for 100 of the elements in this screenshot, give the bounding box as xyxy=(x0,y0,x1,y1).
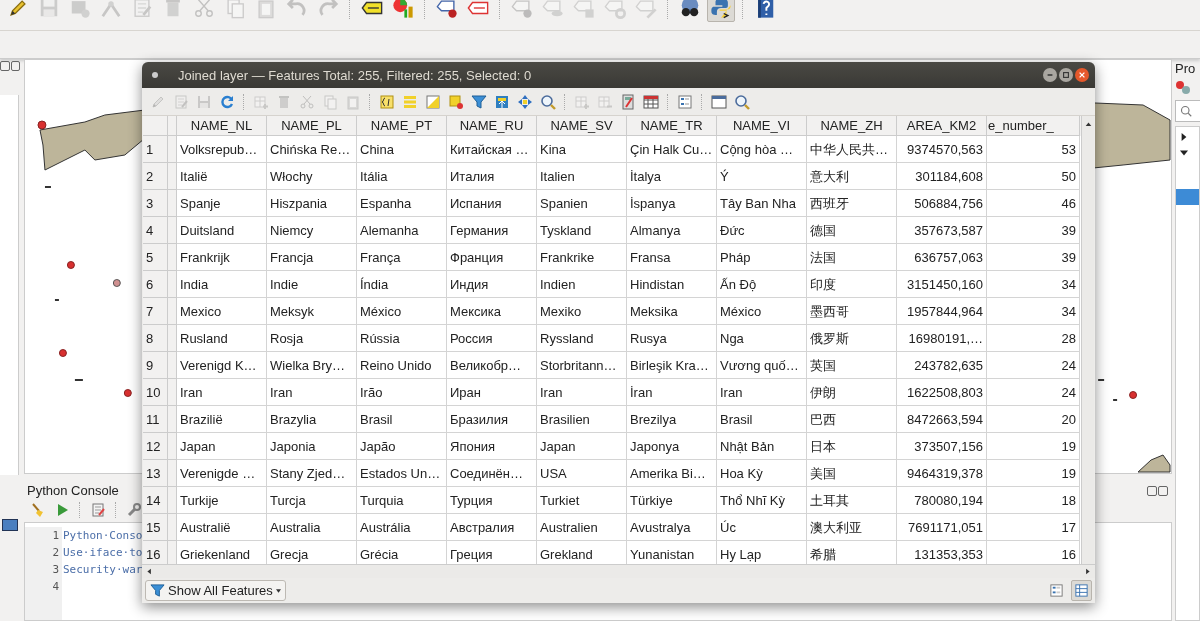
table-cell: Australia xyxy=(267,514,357,541)
table-cell: Австралия xyxy=(447,514,537,541)
row-number[interactable]: 3 xyxy=(143,190,168,217)
table-cell: Turquia xyxy=(357,487,447,514)
scroll-left-icon[interactable] xyxy=(146,568,153,575)
column-header[interactable]: e_number_ xyxy=(987,116,1080,136)
close-button[interactable] xyxy=(1075,68,1089,82)
minimize-button[interactable] xyxy=(1043,68,1057,82)
maximize-button[interactable] xyxy=(1059,68,1073,82)
table-cell: Verenigd K… xyxy=(177,352,267,379)
table-cell: Brazylia xyxy=(267,406,357,433)
column-header[interactable]: NAME_VI xyxy=(717,116,807,136)
python-icon[interactable] xyxy=(707,0,735,22)
row-number[interactable]: 2 xyxy=(143,163,168,190)
table-cell: Spanje xyxy=(177,190,267,217)
table-cell: Amerika Bi… xyxy=(627,460,717,487)
row-number[interactable]: 13 xyxy=(143,460,168,487)
row-number[interactable]: 5 xyxy=(143,244,168,271)
row-number[interactable]: 4 xyxy=(143,217,168,244)
float-button[interactable] xyxy=(0,61,10,71)
table-cell: Volksrepub… xyxy=(177,136,267,163)
table-cell: Испания xyxy=(447,190,537,217)
table-cell: Германия xyxy=(447,217,537,244)
collapsed-caret-icon[interactable] xyxy=(1180,133,1188,141)
column-header[interactable]: NAME_SV xyxy=(537,116,627,136)
row-number[interactable]: 11 xyxy=(143,406,168,433)
table-cell: 39 xyxy=(987,217,1080,244)
table-cell: Tyskland xyxy=(537,217,627,244)
table-cell: Frankrijk xyxy=(177,244,267,271)
column-header[interactable]: NAME_NL xyxy=(177,116,267,136)
column-header[interactable]: NAME_ZH xyxy=(807,116,897,136)
expanded-caret-icon[interactable] xyxy=(1180,149,1188,157)
maximize-icon xyxy=(1062,71,1070,79)
table-cell: Włochy xyxy=(267,163,357,190)
gears-icon[interactable] xyxy=(1175,80,1191,96)
row-number[interactable]: 6 xyxy=(143,271,168,298)
close-button[interactable] xyxy=(10,61,20,71)
corner-cell[interactable] xyxy=(143,116,168,136)
table-cell: Francja xyxy=(267,244,357,271)
row-number[interactable]: 1 xyxy=(143,136,168,163)
scroll-right-icon[interactable] xyxy=(1084,568,1091,575)
row-number[interactable]: 14 xyxy=(143,487,168,514)
table-cell: 301184,608 xyxy=(897,163,987,190)
table-cell: 19 xyxy=(987,433,1080,460)
table-cell: Nga xyxy=(717,325,807,352)
table-cell: Niemcy xyxy=(267,217,357,244)
table-cell: Almanya xyxy=(627,217,717,244)
table-cell: Rússia xyxy=(357,325,447,352)
column-header[interactable]: NAME_TR xyxy=(627,116,717,136)
vertical-scrollbar[interactable] xyxy=(1081,116,1094,564)
table-cell: 8472663,594 xyxy=(897,406,987,433)
scroll-up-icon[interactable] xyxy=(1084,121,1092,128)
column-header[interactable]: NAME_PT xyxy=(357,116,447,136)
table-cell: México xyxy=(357,298,447,325)
table-cell: 澳大利亚 xyxy=(807,514,897,541)
table-cell: Turkije xyxy=(177,487,267,514)
column-header[interactable]: NAME_RU xyxy=(447,116,537,136)
chip-icon[interactable] xyxy=(2,519,18,531)
close-icon xyxy=(1078,71,1086,79)
table-cell: Índia xyxy=(357,271,447,298)
window-menu-icon[interactable] xyxy=(152,72,158,78)
table-icon[interactable] xyxy=(1071,580,1092,601)
table-cell: 美国 xyxy=(807,460,897,487)
table-cell: Kina xyxy=(537,136,627,163)
horizontal-scrollbar[interactable] xyxy=(142,564,1095,578)
filter-dropdown-button[interactable]: Show All Features xyxy=(145,580,286,601)
table-cell: Китайская … xyxy=(447,136,537,163)
column-header[interactable]: NAME_PL xyxy=(267,116,357,136)
table-cell: Stany Zjed… xyxy=(267,460,357,487)
table-cell: 德国 xyxy=(807,217,897,244)
row-number[interactable]: 8 xyxy=(143,325,168,352)
line-number: 4 xyxy=(52,579,59,595)
table-cell: México xyxy=(717,298,807,325)
row-number[interactable]: 15 xyxy=(143,514,168,541)
row-number[interactable]: 9 xyxy=(143,352,168,379)
table-cell: 法国 xyxy=(807,244,897,271)
column-header[interactable]: AREA_KM2 xyxy=(897,116,987,136)
row-number[interactable]: 12 xyxy=(143,433,168,460)
table-cell: Meksika xyxy=(627,298,717,325)
spacer-cell xyxy=(168,136,177,163)
table-cell: Australien xyxy=(537,514,627,541)
table-cell: Турция xyxy=(447,487,537,514)
close-button[interactable] xyxy=(1158,485,1168,496)
spacer-cell xyxy=(168,325,177,352)
row-number[interactable]: 16 xyxy=(143,541,168,564)
row-number[interactable]: 7 xyxy=(143,298,168,325)
table-cell: Mexico xyxy=(177,298,267,325)
window-title: Joined layer — Features Total: 255, Filtered: 255, Selected: 0 xyxy=(178,67,533,83)
table-cell: Duitsland xyxy=(177,217,267,244)
table-cell: Иран xyxy=(447,379,537,406)
table-cell: Japão xyxy=(357,433,447,460)
table-cell: Meksyk xyxy=(267,298,357,325)
table-cell: Avustralya xyxy=(627,514,717,541)
search-field[interactable] xyxy=(1175,100,1200,122)
search-icon xyxy=(1180,105,1192,117)
row-number[interactable]: 10 xyxy=(143,379,168,406)
table-cell: Úc xyxy=(717,514,807,541)
table-cell: 9464319,378 xyxy=(897,460,987,487)
table-cell: Великобр… xyxy=(447,352,537,379)
float-button[interactable] xyxy=(1147,485,1157,496)
